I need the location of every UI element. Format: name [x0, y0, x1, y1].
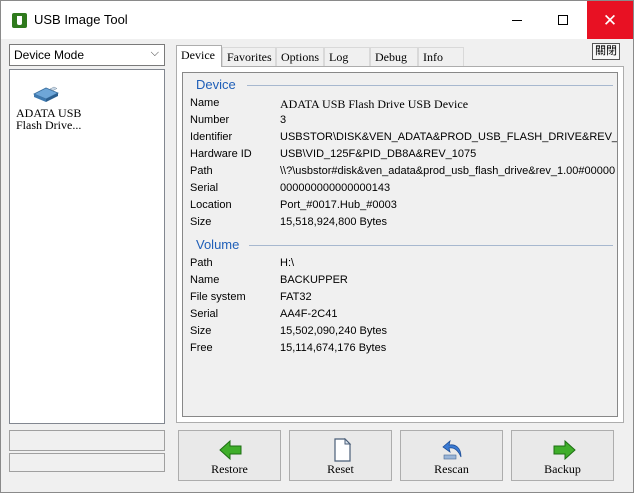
backup-button[interactable]: Backup [511, 430, 614, 481]
refresh-icon [442, 439, 462, 460]
restore-label: Restore [211, 462, 248, 476]
device-list[interactable]: ADATA USB Flash Drive... [9, 69, 165, 424]
device-item-label: ADATA USB Flash Drive... [16, 106, 82, 132]
title-bar: USB Image Tool ✕ [1, 1, 633, 39]
device-details[interactable]: Device Name ADATA USB Flash Drive USB De… [182, 72, 618, 417]
device-section-title: Device [196, 77, 236, 92]
usb-drive-icon [33, 86, 59, 102]
rescan-button[interactable]: Rescan [400, 430, 503, 481]
tab-info[interactable]: Info [418, 47, 464, 67]
tab-log[interactable]: Log [324, 47, 370, 67]
minimize-button[interactable] [494, 1, 540, 39]
tab-bar: Device Favorites Options Log Debug Info [176, 45, 464, 67]
tab-debug[interactable]: Debug [370, 47, 418, 67]
maximize-button[interactable] [540, 1, 586, 39]
rescan-label: Rescan [434, 462, 469, 476]
status-field-2 [9, 453, 165, 472]
app-window: USB Image Tool ✕ Device Mode ⌵ ADATA USB… [0, 0, 634, 493]
status-field-1 [9, 430, 165, 451]
tab-panel: Device Name ADATA USB Flash Drive USB De… [176, 66, 624, 423]
close-button[interactable]: ✕ [587, 1, 633, 39]
chevron-down-icon: ⌵ [150, 47, 159, 59]
tab-options[interactable]: Options [276, 47, 324, 67]
language-toggle-button[interactable]: 關閉 [592, 43, 620, 60]
maximize-icon [558, 15, 568, 25]
volume-section-title: Volume [196, 237, 240, 252]
arrow-left-icon [219, 439, 242, 461]
reset-label: Reset [327, 462, 354, 476]
tab-device[interactable]: Device [176, 45, 222, 67]
minimize-icon [512, 19, 522, 21]
mode-select-value: Device Mode [14, 48, 85, 62]
backup-label: Backup [544, 462, 581, 476]
restore-button[interactable]: Restore [178, 430, 281, 481]
device-section-divider [247, 85, 613, 86]
mode-select[interactable]: Device Mode ⌵ [9, 44, 165, 66]
reset-button[interactable]: Reset [289, 430, 392, 481]
window-title: USB Image Tool [34, 12, 128, 27]
document-icon [334, 438, 352, 462]
usb-app-icon [12, 13, 27, 28]
arrow-right-icon [553, 439, 576, 461]
tab-favorites[interactable]: Favorites [222, 47, 276, 67]
volume-section-divider [249, 245, 613, 246]
close-icon: ✕ [602, 10, 618, 30]
